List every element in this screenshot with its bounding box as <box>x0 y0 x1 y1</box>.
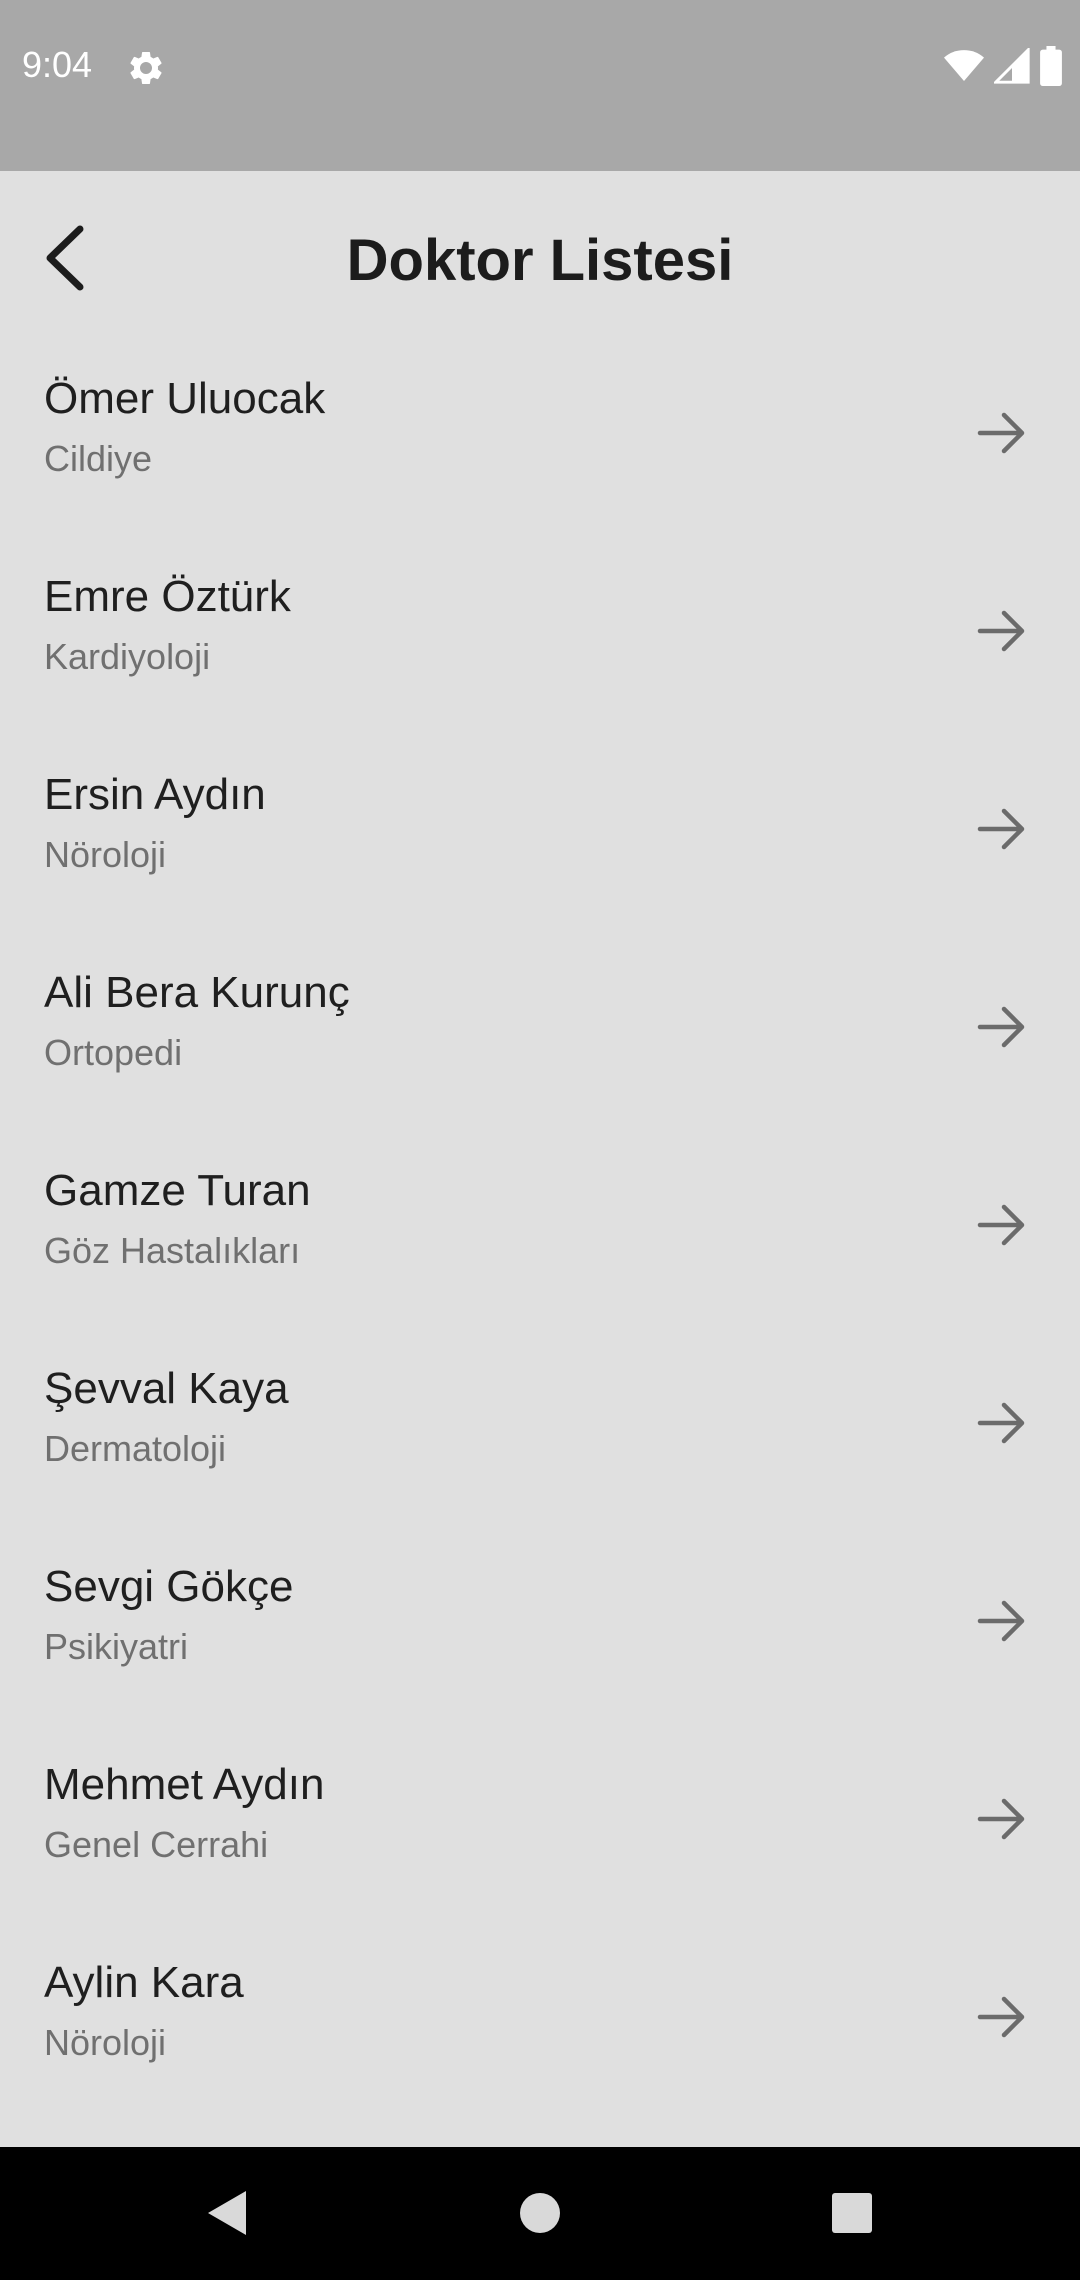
arrow-right-icon[interactable] <box>974 1989 1030 2045</box>
doctor-specialty: Psikiyatri <box>44 1626 189 1667</box>
status-bar: 9:04 <box>0 0 1080 171</box>
list-item[interactable]: Sevgi Gökçe Psikiyatri <box>0 1538 1080 1736</box>
doctor-specialty: Göz Hastalıkları <box>44 1230 301 1271</box>
arrow-right-icon[interactable] <box>974 999 1030 1055</box>
status-time: 9:04 <box>22 44 93 85</box>
list-item[interactable]: Emre Öztürk Kardiyoloji <box>0 548 1080 746</box>
page-title: Doktor Listesi <box>346 228 734 293</box>
list-item[interactable]: Ali Bera Kurunç Ortopedi <box>0 944 1080 1142</box>
list-item[interactable]: Aylin Kara Nöroloji <box>0 1934 1080 2132</box>
arrow-right-icon[interactable] <box>974 1197 1030 1253</box>
recents-square-icon[interactable] <box>826 2187 878 2239</box>
battery-icon <box>1040 46 1062 86</box>
doctor-name: Sevgi Gökçe <box>44 1562 294 1611</box>
doctor-list: Ömer Uluocak Cildiye Emre Öztürk Kardiyo… <box>0 350 1080 2132</box>
doctor-name: Şevval Kaya <box>44 1364 289 1413</box>
list-item[interactable]: Ersin Aydın Nöroloji <box>0 746 1080 944</box>
list-item[interactable]: Şevval Kaya Dermatoloji <box>0 1340 1080 1538</box>
doctor-specialty: Kardiyoloji <box>44 636 211 677</box>
doctor-specialty: Cildiye <box>44 438 153 479</box>
doctor-specialty: Nöroloji <box>44 2022 167 2063</box>
doctor-name: Gamze Turan <box>44 1166 311 1215</box>
status-icons <box>944 46 1062 86</box>
list-item[interactable]: Mehmet Aydın Genel Cerrahi <box>0 1736 1080 1934</box>
back-triangle-icon[interactable] <box>200 2187 252 2239</box>
arrow-right-icon[interactable] <box>974 1593 1030 1649</box>
arrow-right-icon[interactable] <box>974 801 1030 857</box>
wifi-icon <box>944 48 984 84</box>
arrow-right-icon[interactable] <box>974 603 1030 659</box>
doctor-specialty: Ortopedi <box>44 1032 183 1073</box>
doctor-name: Ali Bera Kurunç <box>44 968 350 1017</box>
doctor-name: Mehmet Aydın <box>44 1760 325 1809</box>
gear-icon <box>126 48 166 88</box>
home-circle-icon[interactable] <box>514 2187 566 2239</box>
list-item[interactable]: Ömer Uluocak Cildiye <box>0 350 1080 548</box>
app-bar: Doktor Listesi <box>0 171 1080 347</box>
doctor-name: Aylin Kara <box>44 1958 244 2007</box>
doctor-specialty: Nöroloji <box>44 834 167 875</box>
signal-icon <box>994 48 1030 84</box>
arrow-right-icon[interactable] <box>974 405 1030 461</box>
list-item[interactable]: Gamze Turan Göz Hastalıkları <box>0 1142 1080 1340</box>
doctor-name: Ersin Aydın <box>44 770 266 819</box>
arrow-right-icon[interactable] <box>974 1791 1030 1847</box>
doctor-name: Ömer Uluocak <box>44 374 326 423</box>
doctor-specialty: Genel Cerrahi <box>44 1824 269 1865</box>
doctor-specialty: Dermatoloji <box>44 1428 227 1469</box>
arrow-right-icon[interactable] <box>974 1395 1030 1451</box>
doctor-name: Emre Öztürk <box>44 572 291 621</box>
system-nav-bar <box>0 2147 1080 2280</box>
